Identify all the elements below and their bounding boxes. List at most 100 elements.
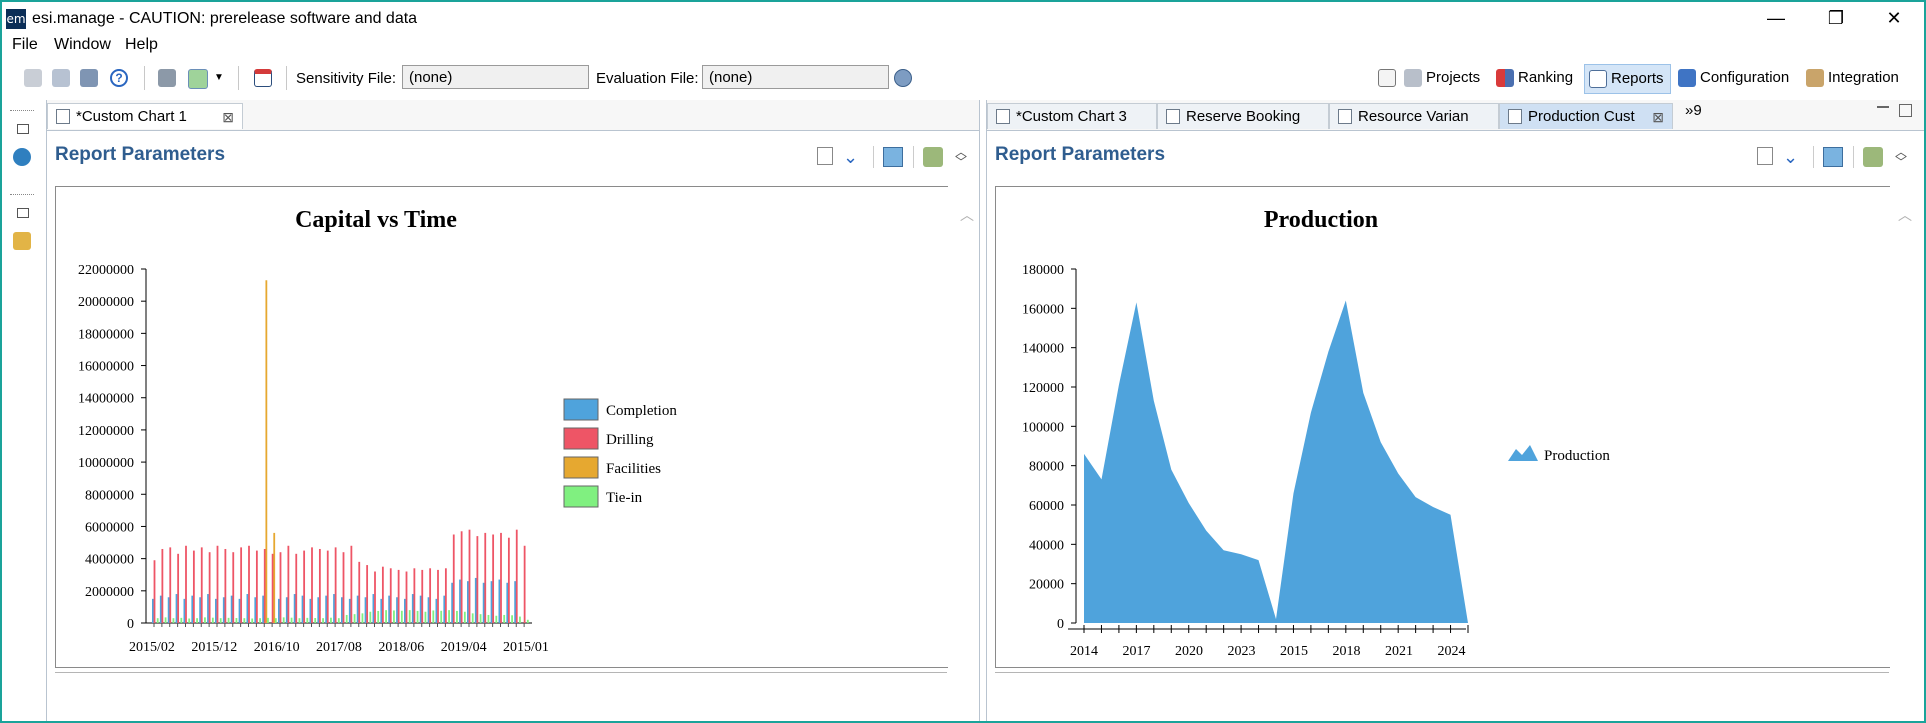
navigator-icon[interactable] — [13, 148, 31, 166]
save-all-icon[interactable] — [52, 69, 70, 87]
scroll-arrows-icon[interactable]: ︿ ﹀ — [955, 146, 975, 168]
bar-tie-in — [227, 617, 230, 623]
bar-tie-in — [164, 617, 167, 623]
preview-icon[interactable] — [817, 147, 833, 165]
bar-drilling — [507, 537, 510, 623]
bar-completion — [238, 598, 241, 623]
evaluation-file-label: Evaluation File: — [596, 70, 699, 87]
right-tab-strip: *Custom Chart 3 Reserve Booking Resource… — [987, 100, 1924, 131]
perspective-reports[interactable]: Reports — [1584, 64, 1671, 94]
minimize-button[interactable]: — — [1748, 2, 1804, 34]
app-logo-icon: em — [6, 9, 26, 29]
ranking-icon — [1496, 69, 1514, 87]
restore-button[interactable]: ❐ — [1808, 2, 1864, 34]
x-tick-label: 2023 — [1228, 644, 1256, 659]
separator — [1813, 146, 1814, 168]
chart-icon[interactable] — [188, 69, 208, 89]
export-icon[interactable] — [1863, 147, 1883, 167]
bar-drilling — [413, 568, 416, 623]
close-tab-icon[interactable]: ⊠ — [1652, 104, 1664, 129]
bar-tie-in — [377, 610, 380, 623]
perspective-projects[interactable]: Projects — [1400, 64, 1486, 92]
bar-tie-in — [219, 618, 222, 623]
bar-completion — [152, 598, 154, 623]
scroll-up-icon[interactable]: ︿ — [1898, 205, 1912, 225]
bar-drilling — [295, 553, 298, 623]
restore-view-icon[interactable] — [17, 124, 29, 134]
calendar-icon[interactable] — [254, 69, 272, 87]
tab-reserve-booking[interactable]: Reserve Booking — [1157, 103, 1329, 129]
chevron-down-icon[interactable]: ⌄ — [1783, 147, 1803, 167]
tab-custom-chart-1[interactable]: *Custom Chart 1 ⊠ — [47, 103, 243, 129]
maximize-view-icon[interactable] — [1899, 104, 1912, 117]
bar-tie-in — [337, 618, 340, 623]
open-perspective-icon[interactable] — [1378, 69, 1396, 87]
bar-drilling — [279, 552, 282, 623]
sensitivity-file-field[interactable] — [402, 65, 589, 89]
close-tab-icon[interactable]: ⊠ — [222, 104, 234, 129]
report-icon — [56, 109, 70, 124]
close-button[interactable]: ✕ — [1866, 2, 1922, 34]
chevron-down-icon[interactable]: ▼ — [214, 69, 226, 87]
bar-drilling — [397, 569, 400, 623]
reports-icon — [1589, 70, 1607, 88]
bar-completion — [490, 581, 493, 623]
bar-completion — [419, 595, 422, 623]
help-icon[interactable]: ? — [110, 69, 128, 87]
perspective-label: Configuration — [1700, 69, 1790, 86]
divider — [55, 672, 947, 673]
chart-view-icon[interactable] — [883, 147, 903, 167]
save-icon[interactable] — [24, 69, 42, 87]
bar-tie-in — [385, 610, 387, 623]
bar-drilling — [405, 571, 408, 623]
tab-overflow-button[interactable]: »9 — [1685, 102, 1702, 119]
bar-tie-in — [479, 614, 482, 623]
chevron-down-icon[interactable]: ⌄ — [843, 147, 863, 167]
y-tick-label: 6000000 — [85, 520, 134, 535]
export-icon[interactable] — [923, 147, 943, 167]
bar-drilling — [381, 566, 384, 623]
minimize-view-icon[interactable] — [1877, 106, 1889, 108]
tab-resource-varian[interactable]: Resource Varian — [1329, 103, 1499, 129]
bar-tie-in — [188, 618, 191, 623]
perspective-ranking[interactable]: Ranking — [1492, 64, 1579, 92]
folder-icon[interactable] — [13, 232, 31, 250]
bar-tie-in — [345, 614, 348, 623]
perspective-configuration[interactable]: Configuration — [1674, 64, 1795, 92]
x-tick-label: 2018/06 — [378, 640, 424, 655]
report-icon — [1508, 109, 1522, 124]
tab-custom-chart-3[interactable]: *Custom Chart 3 — [987, 103, 1157, 129]
toolbar-separator — [238, 66, 239, 90]
preview-icon[interactable] — [1757, 147, 1773, 165]
bar-completion — [183, 598, 186, 623]
integration-icon — [1806, 69, 1824, 87]
menu-file[interactable]: File — [12, 36, 38, 54]
bar-drilling — [366, 565, 369, 623]
filter-icon[interactable] — [158, 69, 176, 87]
print-icon[interactable] — [80, 69, 98, 87]
report-parameters-title[interactable]: Report Parameters — [55, 144, 225, 166]
separator — [913, 146, 914, 168]
x-tick-label: 2017/08 — [316, 640, 362, 655]
scroll-arrows-icon[interactable]: ︿ ﹀ — [1895, 146, 1915, 168]
menu-window[interactable]: Window — [54, 36, 111, 54]
bar-drilling — [177, 553, 180, 623]
bar-drilling — [224, 548, 227, 623]
menu-help[interactable]: Help — [125, 36, 158, 54]
scroll-up-icon[interactable]: ︿ — [960, 205, 974, 225]
capital-chart-frame: Capital vs Time 0 2000000 4000000 6000000 800… — [55, 186, 974, 668]
bar-tie-in — [456, 610, 458, 623]
perspective-label: Reports — [1611, 70, 1664, 87]
restore-view-icon[interactable] — [17, 208, 29, 218]
globe-icon[interactable] — [894, 69, 912, 87]
report-parameters-title[interactable]: Report Parameters — [995, 144, 1165, 166]
y-tick-label: 0 — [1057, 617, 1064, 632]
bar-drilling — [429, 568, 432, 623]
y-tick-label: 20000000 — [78, 295, 134, 310]
chart-view-icon[interactable] — [1823, 147, 1843, 167]
x-tick-label: 2014 — [1070, 644, 1098, 659]
bar-tie-in — [235, 618, 238, 623]
evaluation-file-field[interactable] — [702, 65, 889, 89]
tab-production-cust[interactable]: Production Cust ⊠ — [1499, 103, 1673, 129]
perspective-integration[interactable]: Integration — [1802, 64, 1905, 92]
